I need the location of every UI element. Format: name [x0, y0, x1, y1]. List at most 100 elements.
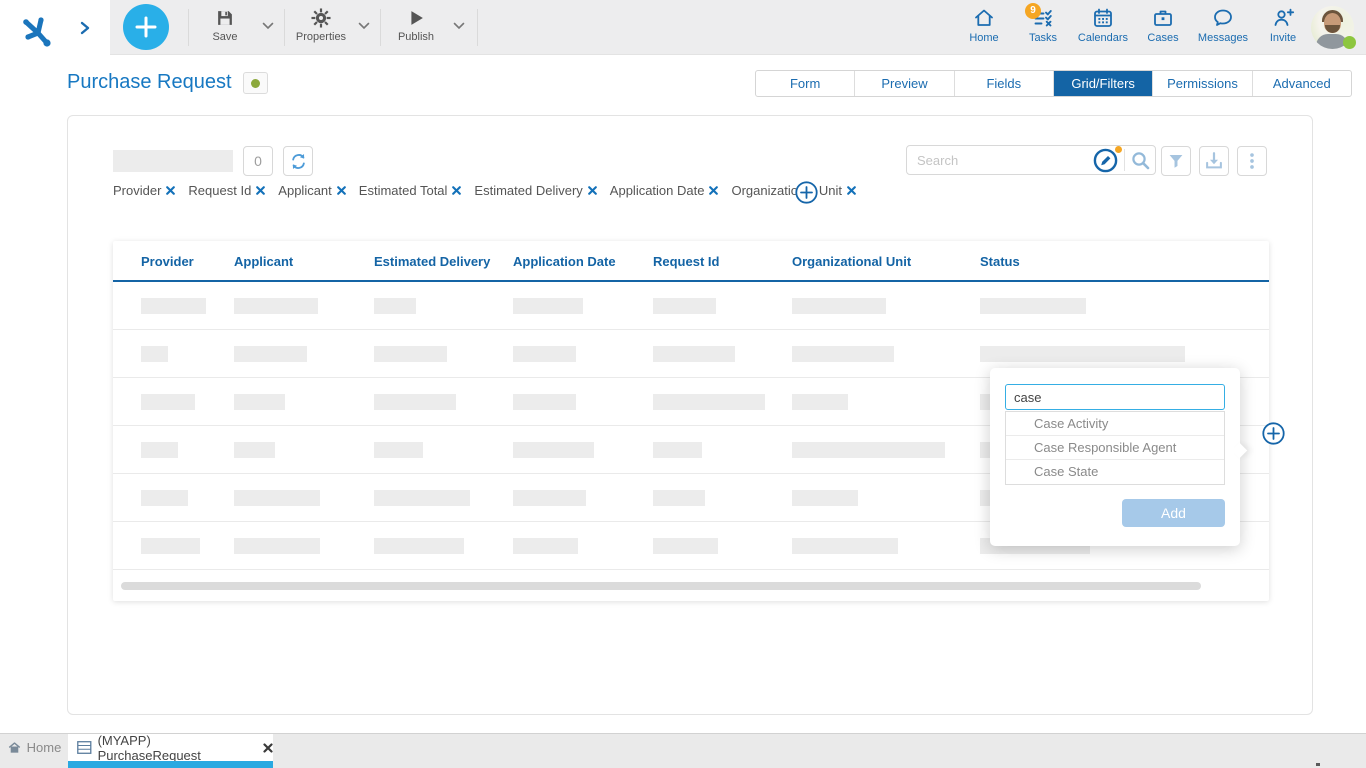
bottom-tab-home[interactable]: Home [0, 734, 68, 761]
column-header-status[interactable]: Status [980, 254, 1020, 269]
remove-chip-icon[interactable] [709, 186, 718, 195]
new-item-button[interactable] [123, 4, 169, 50]
tab-fields[interactable]: Fields [955, 71, 1054, 96]
export-button[interactable] [1199, 146, 1229, 176]
save-dropdown-chevron-icon[interactable] [262, 22, 274, 30]
bottom-tab-purchase-request[interactable]: (MYAPP) PurchaseRequest [68, 734, 273, 761]
briefcase-icon [1151, 6, 1175, 30]
remove-chip-icon[interactable] [452, 186, 461, 195]
skeleton-cell [374, 442, 423, 458]
skeleton-cell [234, 298, 318, 314]
remove-chip-icon[interactable] [337, 186, 346, 195]
message-bubble-icon [1211, 6, 1235, 30]
skeleton-cell [141, 394, 195, 410]
nav-cases[interactable]: Cases [1133, 6, 1193, 44]
close-tab-icon[interactable] [263, 743, 273, 753]
nav-home[interactable]: Home [954, 6, 1014, 44]
form-status-badge[interactable] [243, 72, 268, 94]
remove-chip-icon[interactable] [847, 186, 856, 195]
search-icon[interactable] [1129, 149, 1153, 173]
skeleton-cell [653, 346, 735, 362]
chip-label: Estimated Delivery [474, 183, 582, 198]
tab-preview[interactable]: Preview [855, 71, 954, 96]
home-tab-icon [7, 741, 22, 755]
home-icon [972, 6, 996, 30]
column-header-application-date[interactable]: Application Date [513, 254, 616, 269]
filter-button[interactable] [1161, 146, 1191, 176]
form-editor-tabs: FormPreviewFieldsGrid/FiltersPermissions… [755, 70, 1352, 97]
skeleton-cell [792, 394, 848, 410]
column-options-list: Case ActivityCase Responsible AgentCase … [1005, 411, 1225, 485]
remove-chip-icon[interactable] [256, 186, 265, 195]
column-header-estimated-delivery[interactable]: Estimated Delivery [374, 254, 490, 269]
nav-calendars[interactable]: Calendars [1073, 6, 1133, 44]
tab-form[interactable]: Form [756, 71, 855, 96]
logo-zone [0, 0, 110, 55]
skeleton-cell [374, 346, 447, 362]
skeleton-cell [234, 442, 275, 458]
filter-chip-estimated-total: Estimated Total [359, 183, 462, 198]
column-option-case-responsible-agent[interactable]: Case Responsible Agent [1006, 436, 1224, 460]
skeleton-cell [234, 490, 320, 506]
properties-button[interactable]: Properties [288, 7, 354, 43]
publish-play-icon [405, 7, 427, 29]
skeleton-cell [141, 346, 168, 362]
column-header-request-id[interactable]: Request Id [653, 254, 719, 269]
nav-tasks[interactable]: 9 Tasks [1013, 6, 1073, 44]
toolbar-divider [380, 9, 381, 46]
add-column-button[interactable] [1262, 422, 1285, 445]
skeleton-cell [792, 346, 894, 362]
online-status-dot [1343, 36, 1356, 49]
invite-user-icon [1271, 6, 1295, 30]
skeleton-cell [513, 490, 586, 506]
active-tab-label: (MYAPP) PurchaseRequest [98, 733, 253, 763]
skeleton-cell [234, 394, 285, 410]
more-options-button[interactable] [1237, 146, 1267, 176]
nav-invite[interactable]: Invite [1253, 6, 1313, 44]
skeleton-cell [792, 442, 945, 458]
column-option-case-activity[interactable]: Case Activity [1006, 412, 1224, 436]
skeleton-cell [374, 538, 464, 554]
remove-chip-icon[interactable] [166, 186, 175, 195]
tab-grid-filters[interactable]: Grid/Filters [1054, 71, 1153, 96]
user-avatar[interactable] [1311, 6, 1354, 49]
add-column-confirm-button[interactable]: Add [1122, 499, 1225, 527]
filter-chip-estimated-delivery: Estimated Delivery [474, 183, 596, 198]
funnel-icon [1165, 150, 1187, 172]
skeleton-cell [513, 394, 576, 410]
publish-label: Publish [388, 31, 444, 43]
column-search-input[interactable] [1005, 384, 1225, 410]
tasks-count-badge: 9 [1025, 3, 1041, 19]
tab-permissions[interactable]: Permissions [1153, 71, 1252, 96]
refresh-button[interactable] [283, 146, 313, 176]
horizontal-scrollbar-thumb[interactable] [121, 582, 1201, 590]
skeleton-cell [141, 538, 200, 554]
table-row [113, 282, 1269, 330]
form-tab-icon [77, 741, 92, 754]
column-header-provider[interactable]: Provider [141, 254, 194, 269]
column-header-organizational-unit[interactable]: Organizational Unit [792, 254, 911, 269]
tab-advanced[interactable]: Advanced [1253, 71, 1351, 96]
column-header-applicant[interactable]: Applicant [234, 254, 293, 269]
chip-label: Estimated Total [359, 183, 448, 198]
chip-label: Application Date [610, 183, 705, 198]
skeleton-cell [513, 538, 578, 554]
nav-messages[interactable]: Messages [1193, 6, 1253, 44]
bizagi-logo-icon[interactable] [16, 9, 56, 49]
publish-button[interactable]: Publish [388, 7, 444, 43]
notification-dot [1115, 146, 1122, 153]
skeleton-cell [653, 538, 718, 554]
save-button[interactable]: Save [199, 7, 251, 43]
search-input[interactable] [907, 146, 1087, 174]
properties-dropdown-chevron-icon[interactable] [358, 22, 370, 30]
column-option-case-state[interactable]: Case State [1006, 460, 1224, 484]
expand-menu-chevron-icon[interactable] [80, 21, 91, 35]
remove-chip-icon[interactable] [588, 186, 597, 195]
publish-dropdown-chevron-icon[interactable] [453, 22, 465, 30]
add-filter-button[interactable] [795, 181, 818, 204]
save-label: Save [199, 31, 251, 43]
skeleton-cell [513, 346, 576, 362]
properties-label: Properties [288, 31, 354, 43]
skeleton-cell [374, 394, 456, 410]
chip-label: Request Id [188, 183, 251, 198]
